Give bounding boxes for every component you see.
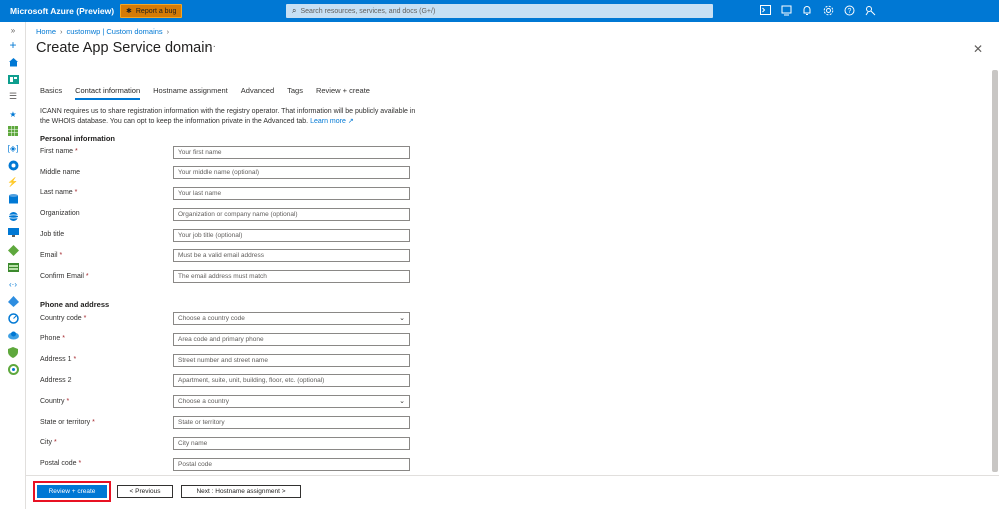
confirm-email-input[interactable]: The email address must match [173, 270, 410, 283]
breadcrumb-separator: › [166, 27, 170, 36]
vertical-scrollbar[interactable] [992, 70, 998, 472]
create-resource-icon[interactable]: + [7, 38, 19, 52]
close-icon[interactable]: ✕ [973, 42, 983, 56]
tab-hostname-assignment[interactable]: Hostname assignment [153, 86, 228, 100]
last-name-label: Last name * [40, 189, 78, 196]
all-services-icon[interactable]: ☰ [7, 90, 19, 102]
organization-label: Organization [40, 210, 80, 217]
more-options-icon[interactable]: ··· [206, 41, 216, 52]
email-label: Email * [40, 252, 63, 259]
page-title: Create App Service domain [36, 40, 213, 56]
address-2-input[interactable]: Apartment, suite, unit, building, floor,… [173, 374, 410, 387]
first-name-input[interactable]: Your first name [173, 146, 410, 159]
learn-more-link[interactable]: Learn more ↗ [310, 118, 354, 125]
middle-name-input[interactable]: Your middle name (optional) [173, 166, 410, 179]
tab-contact-information[interactable]: Contact information [75, 86, 141, 100]
report-bug-label: Report a bug [135, 7, 177, 15]
report-bug-button[interactable]: ✱ Report a bug [120, 4, 183, 18]
app-services-icon[interactable] [7, 159, 19, 171]
country-code-label: Country code * [40, 315, 87, 322]
portal-brand[interactable]: Microsoft Azure (Preview) [10, 6, 118, 16]
dashboard-icon[interactable] [7, 73, 19, 85]
tab-review-create[interactable]: Review + create [316, 86, 370, 100]
job-title-label: Job title [40, 231, 65, 238]
breadcrumb-custom-domains[interactable]: customwp | Custom domains [67, 27, 163, 36]
load-balancers-icon[interactable] [7, 244, 19, 256]
last-name-input[interactable]: Your last name [173, 187, 410, 200]
top-bar-actions: ? [759, 4, 876, 16]
review-create-button[interactable]: Review + create [37, 485, 107, 498]
job-title-input[interactable]: Your job title (optional) [173, 229, 410, 242]
wizard-tabs: Basics Contact information Hostname assi… [40, 86, 383, 100]
phone-label: Phone * [40, 335, 65, 342]
favorites-icon[interactable]: ★ [7, 108, 19, 120]
cloud-shell-icon[interactable] [759, 4, 771, 16]
expand-icon[interactable]: » [7, 24, 19, 36]
state-input[interactable]: State or territory [173, 416, 410, 429]
intro-text: ICANN requires us to share registration … [40, 107, 420, 126]
global-search-input[interactable]: ⌕ Search resources, services, and docs (… [286, 4, 713, 18]
address-1-input[interactable]: Street number and street name [173, 354, 410, 367]
breadcrumb: Home › customwp | Custom domains › [36, 27, 169, 36]
address-2-label: Address 2 [40, 377, 72, 384]
tab-tags[interactable]: Tags [287, 86, 303, 100]
storage-accounts-icon[interactable] [7, 261, 19, 273]
chevron-down-icon: ⌄ [399, 398, 405, 405]
chevron-down-icon: ⌄ [399, 315, 405, 322]
breadcrumb-home[interactable]: Home [36, 27, 56, 36]
virtual-networks-icon[interactable]: ‹·› [7, 278, 19, 290]
section-phone-and-address: Phone and address [40, 300, 110, 309]
tab-basics[interactable]: Basics [40, 86, 62, 100]
address-1-label: Address 1 * [40, 356, 77, 363]
postal-code-input[interactable]: Postal code [173, 458, 410, 471]
tab-advanced[interactable]: Advanced [241, 86, 274, 100]
virtual-machines-icon[interactable] [7, 227, 19, 239]
phone-input[interactable]: Area code and primary phone [173, 333, 410, 346]
notifications-icon[interactable] [801, 4, 813, 16]
previous-button[interactable]: < Previous [117, 485, 173, 498]
svg-text:?: ? [847, 8, 851, 15]
external-link-icon: ↗ [347, 117, 354, 125]
all-resources-icon[interactable] [7, 125, 19, 137]
next-button[interactable]: Next : Hostname assignment > [181, 485, 301, 498]
bug-icon: ✱ [126, 8, 132, 15]
home-icon[interactable] [7, 56, 19, 68]
state-label: State or territory * [40, 419, 95, 426]
section-personal-information: Personal information [40, 134, 116, 143]
organization-input[interactable]: Organization or company name (optional) [173, 208, 410, 221]
country-label: Country * [40, 398, 70, 405]
help-icon[interactable]: ? [843, 4, 855, 16]
left-navigation-rail: » + ☰ ★ [◈] ⚡ ‹·› [0, 22, 26, 509]
cost-management-icon[interactable] [7, 363, 19, 375]
defender-icon[interactable] [7, 346, 19, 358]
monitor-icon[interactable] [7, 312, 19, 324]
breadcrumb-separator: › [60, 27, 63, 36]
search-icon: ⌕ [292, 6, 297, 15]
advisor-icon[interactable] [7, 329, 19, 341]
country-select[interactable]: Choose a country ⌄ [173, 395, 410, 408]
middle-name-label: Middle name [40, 169, 81, 176]
intro-description: ICANN requires us to share registration … [40, 108, 416, 125]
search-placeholder: Search resources, services, and docs (G+… [300, 7, 436, 15]
directory-filter-icon[interactable] [780, 4, 792, 16]
city-label: City * [40, 439, 57, 446]
resource-groups-icon[interactable]: [◈] [7, 142, 19, 154]
postal-code-label: Postal code * [40, 460, 82, 467]
cosmos-db-icon[interactable] [7, 210, 19, 222]
feedback-icon[interactable] [864, 4, 876, 16]
sql-databases-icon[interactable] [7, 193, 19, 205]
city-input[interactable]: City name [173, 437, 410, 450]
email-input[interactable]: Must be a valid email address [173, 249, 410, 262]
confirm-email-label: Confirm Email * [40, 273, 89, 280]
settings-icon[interactable] [822, 4, 834, 16]
first-name-label: First name * [40, 148, 78, 155]
entra-id-icon[interactable] [7, 295, 19, 307]
function-apps-icon[interactable]: ⚡ [7, 176, 19, 188]
country-code-select[interactable]: Choose a country code ⌄ [173, 312, 410, 325]
